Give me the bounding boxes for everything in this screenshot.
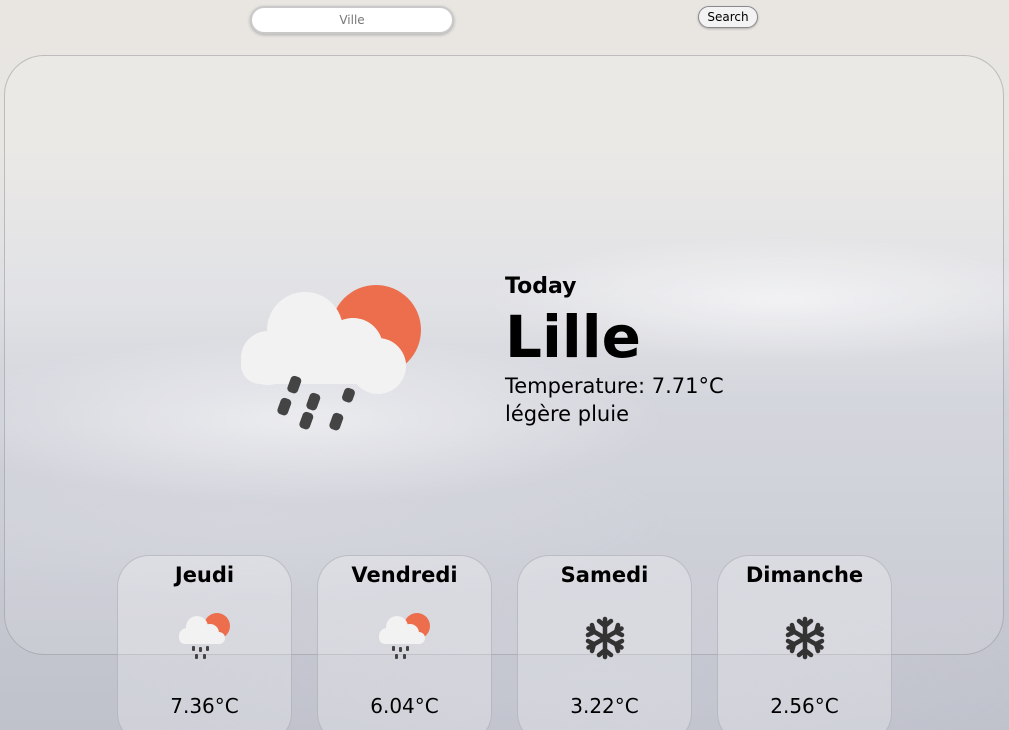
forecast-day-label: Dimanche [745,563,864,587]
forecast-temperature: 6.04°C [370,694,439,718]
current-temperature: Temperature: 7.71°C [505,374,724,398]
forecast-card: Dimanche 2.56°C [717,555,892,730]
forecast-temperature: 7.36°C [170,694,239,718]
forecast-day-label: Vendredi [351,563,458,587]
city-name: Lille [505,303,641,371]
forecast-day-label: Samedi [560,563,649,587]
forecast-card: Jeudi 7.36°C [117,555,292,730]
today-heading: Today [505,274,577,299]
snowflake-icon [585,616,624,660]
rain-sun-cloud-icon [241,285,421,431]
current-weather-info: Today Lille Temperature: 7.71°C légère p… [505,272,724,428]
forecast-temperature: 3.22°C [570,694,639,718]
forecast-card: Vendredi 6.04°C [317,555,492,730]
forecast-temperature: 2.56°C [770,694,839,718]
rain-sun-cloud-icon [178,613,230,659]
search-button[interactable]: Search [698,6,758,28]
forecast-day-label: Jeudi [174,563,235,587]
weather-description: légère pluie [505,402,630,426]
rain-sun-cloud-icon [378,613,430,659]
snowflake-icon [785,616,824,660]
city-search-input[interactable] [250,6,454,34]
forecast-card: Samedi 3.22°C [517,555,692,730]
